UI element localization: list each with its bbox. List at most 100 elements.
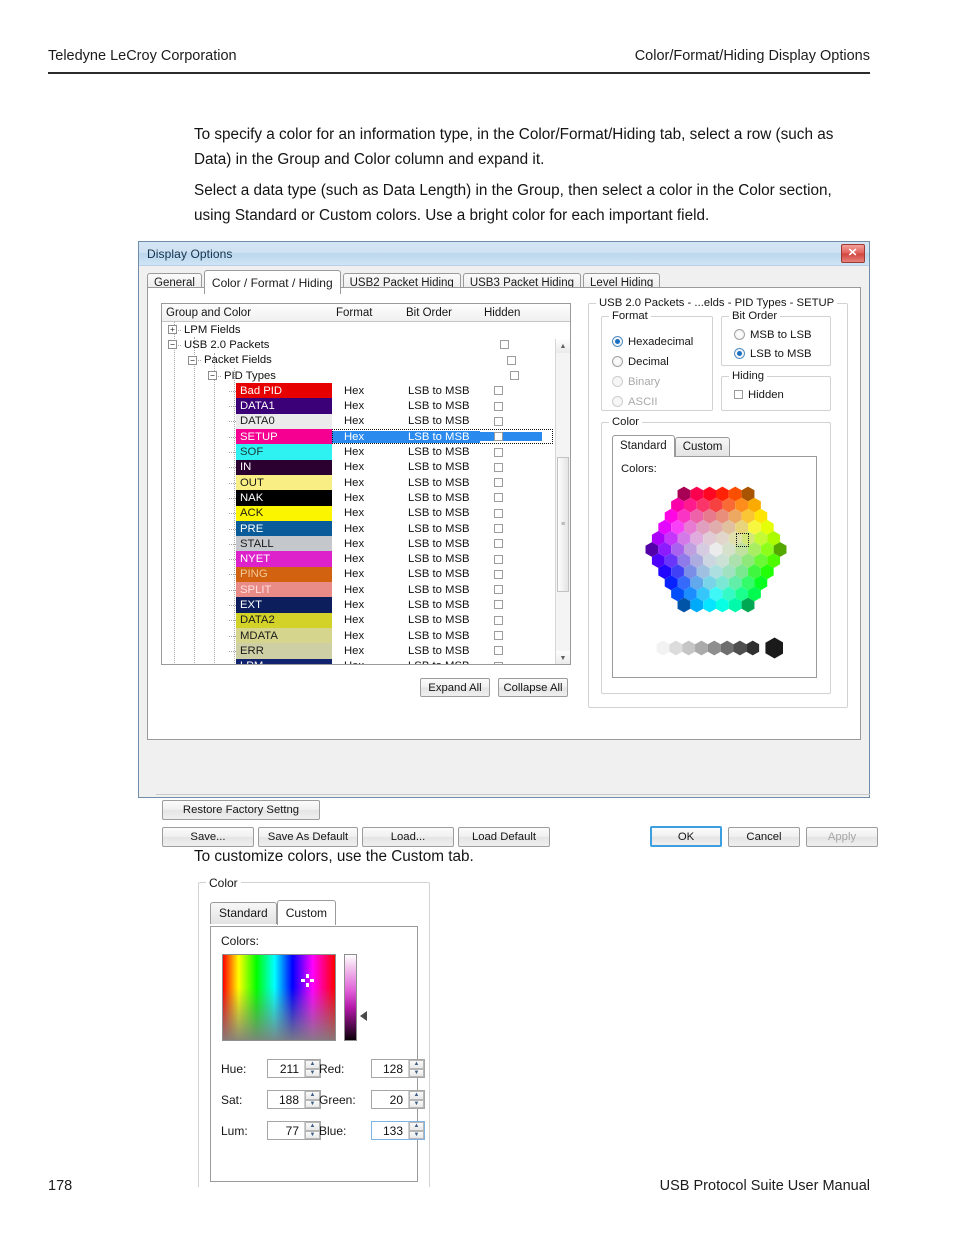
grayscale-hex-cell[interactable] — [656, 640, 670, 656]
ok-button[interactable]: OK — [650, 826, 722, 847]
tree-color-row[interactable]: ···· NYET Hex LSB to MSB — [162, 551, 553, 567]
luminance-slider-thumb-icon[interactable] — [360, 1011, 367, 1021]
color-tab-standard[interactable]: Standard — [612, 435, 675, 457]
hue-stepper[interactable]: 211 ▲ ▼ — [267, 1059, 321, 1078]
color-swatch-ping[interactable]: PING — [236, 566, 332, 583]
color-swatch-split[interactable]: SPLIT — [236, 582, 332, 598]
row-hidden-checkbox[interactable] — [494, 615, 503, 625]
bit-order-option-lsb-to-msb[interactable]: LSB to MSB — [734, 346, 812, 361]
row-hidden-checkbox[interactable] — [500, 340, 509, 350]
color-swatch-lpm[interactable]: LPM — [236, 658, 332, 664]
stepper-down-icon[interactable]: ▼ — [305, 1130, 320, 1139]
tree-color-row[interactable]: ···· SETUP Hex LSB to MSB — [162, 429, 553, 445]
color-swatch-sof[interactable]: SOF — [236, 444, 332, 460]
bit-order-option-msb-to-lsb[interactable]: MSB to LSB — [734, 327, 812, 342]
row-hidden-checkbox[interactable] — [494, 416, 503, 426]
tree-color-row[interactable]: ···· EXT Hex LSB to MSB — [162, 597, 553, 613]
grayscale-hex-palette[interactable] — [653, 635, 784, 664]
red-stepper[interactable]: 128 ▲ ▼ — [371, 1059, 425, 1078]
expand-node-icon[interactable]: + — [168, 325, 177, 335]
lum-stepper-buttons[interactable]: ▲ ▼ — [304, 1122, 320, 1139]
tree-color-row[interactable]: ···· MDATA Hex LSB to MSB — [162, 627, 553, 644]
hidden-checkbox-row[interactable]: Hidden — [734, 387, 784, 402]
row-hidden-checkbox[interactable] — [494, 554, 503, 564]
load-button[interactable]: Load... — [362, 827, 454, 847]
row-hidden-checkbox[interactable] — [494, 508, 503, 518]
sat-value[interactable]: 188 — [268, 1091, 304, 1108]
color-swatch-bad-pid[interactable]: Bad PID — [236, 383, 332, 399]
sat-stepper-buttons[interactable]: ▲ ▼ — [304, 1091, 320, 1108]
color-swatch-nyet[interactable]: NYET — [236, 551, 332, 567]
row-hidden-checkbox[interactable] — [494, 462, 503, 472]
row-hidden-checkbox[interactable] — [494, 478, 503, 488]
stepper-down-icon[interactable]: ▼ — [409, 1130, 424, 1139]
group-and-color-tree[interactable]: Group and Color Format Bit Order Hidden … — [161, 303, 571, 665]
tree-color-row[interactable]: ···· SPLIT Hex LSB to MSB — [162, 582, 553, 598]
save-as-default-button[interactable]: Save As Default — [258, 827, 358, 847]
expand-all-button[interactable]: Expand All — [420, 678, 490, 697]
tree-color-row[interactable]: ···· DATA1 Hex LSB to MSB — [162, 398, 553, 414]
lum-stepper[interactable]: 77 ▲ ▼ — [267, 1121, 321, 1140]
grayscale-hex-cell[interactable] — [682, 640, 696, 656]
red-value[interactable]: 128 — [372, 1060, 408, 1077]
color-swatch-ext[interactable]: EXT — [236, 597, 332, 613]
hue-saturation-gradient[interactable] — [222, 954, 336, 1041]
close-icon[interactable]: ✕ — [841, 244, 865, 263]
row-hidden-checkbox[interactable] — [494, 432, 503, 442]
hue-value[interactable]: 211 — [268, 1060, 304, 1077]
stepper-down-icon[interactable]: ▼ — [305, 1068, 320, 1077]
color-swatch-err[interactable]: ERR — [236, 643, 332, 659]
color-swatch-in[interactable]: IN — [236, 459, 332, 475]
green-stepper-buttons[interactable]: ▲ ▼ — [408, 1091, 424, 1108]
blue-value[interactable]: 133 — [372, 1122, 408, 1139]
grayscale-hex-cell[interactable] — [746, 640, 760, 656]
tree-color-row[interactable]: ···· Bad PID Hex LSB to MSB — [162, 383, 553, 399]
stepper-down-icon[interactable]: ▼ — [305, 1099, 320, 1108]
row-hidden-checkbox[interactable] — [507, 355, 517, 365]
tree-color-row[interactable]: ···· ERR Hex LSB to MSB — [162, 643, 553, 659]
grayscale-hex-cell[interactable] — [720, 640, 734, 656]
tree-group-row[interactable]: − ·· PID Types — [162, 368, 553, 383]
tree-color-row[interactable]: ···· PING Hex LSB to MSB — [162, 566, 553, 583]
row-hidden-checkbox[interactable] — [494, 386, 503, 396]
scroll-up-icon[interactable]: ▲ — [556, 339, 570, 353]
grayscale-hex-cell[interactable] — [733, 640, 747, 656]
tree-group-row[interactable]: − ·· USB 2.0 Packets — [162, 337, 553, 352]
format-option-hexadecimal[interactable]: Hexadecimal — [612, 334, 693, 349]
color-swatch-ack[interactable]: ACK — [236, 505, 332, 521]
row-hidden-checkbox[interactable] — [494, 646, 503, 656]
custom-color-tab-custom[interactable]: Custom — [276, 900, 337, 925]
collapse-node-icon[interactable]: − — [208, 371, 217, 381]
tree-color-row[interactable]: ···· DATA0 Hex LSB to MSB — [162, 413, 553, 430]
hex-palette-svg[interactable] — [631, 482, 801, 632]
stepper-up-icon[interactable]: ▲ — [305, 1091, 320, 1100]
tree-color-row[interactable]: ···· PRE Hex LSB to MSB — [162, 520, 553, 537]
color-swatch-out[interactable]: OUT — [236, 474, 332, 491]
grayscale-hex-cell[interactable] — [707, 640, 721, 656]
green-value[interactable]: 20 — [372, 1091, 408, 1108]
color-swatch-pre[interactable]: PRE — [236, 520, 332, 537]
color-swatch-data0[interactable]: DATA0 — [236, 413, 332, 430]
grayscale-hex-cell[interactable] — [695, 640, 708, 656]
row-hidden-checkbox[interactable] — [494, 447, 503, 457]
stepper-up-icon[interactable]: ▲ — [305, 1060, 320, 1069]
sat-stepper[interactable]: 188 ▲ ▼ — [267, 1090, 321, 1109]
color-swatch-stall[interactable]: STALL — [236, 536, 332, 552]
color-swatch-data1[interactable]: DATA1 — [236, 398, 332, 414]
color-swatch-mdata[interactable]: MDATA — [236, 627, 332, 644]
tree-color-row[interactable]: ···· DATA2 Hex LSB to MSB — [162, 612, 553, 628]
grayscale-hex-cell[interactable] — [669, 640, 683, 656]
row-hidden-checkbox[interactable] — [494, 661, 503, 664]
radio-icon[interactable] — [734, 329, 745, 340]
grayscale-hex-svg[interactable] — [653, 635, 784, 661]
color-swatch-data2[interactable]: DATA2 — [236, 612, 332, 628]
hue-stepper-buttons[interactable]: ▲ ▼ — [304, 1060, 320, 1077]
standard-hex-palette[interactable] — [631, 482, 801, 635]
collapse-node-icon[interactable]: − — [168, 340, 177, 350]
tree-color-row[interactable]: ···· IN Hex LSB to MSB — [162, 459, 553, 475]
blue-stepper[interactable]: 133 ▲ ▼ — [371, 1121, 425, 1140]
custom-color-tab-standard[interactable]: Standard — [210, 902, 277, 924]
red-stepper-buttons[interactable]: ▲ ▼ — [408, 1060, 424, 1077]
radio-icon[interactable] — [734, 348, 745, 359]
tree-color-row[interactable]: ···· NAK Hex LSB to MSB — [162, 490, 553, 506]
